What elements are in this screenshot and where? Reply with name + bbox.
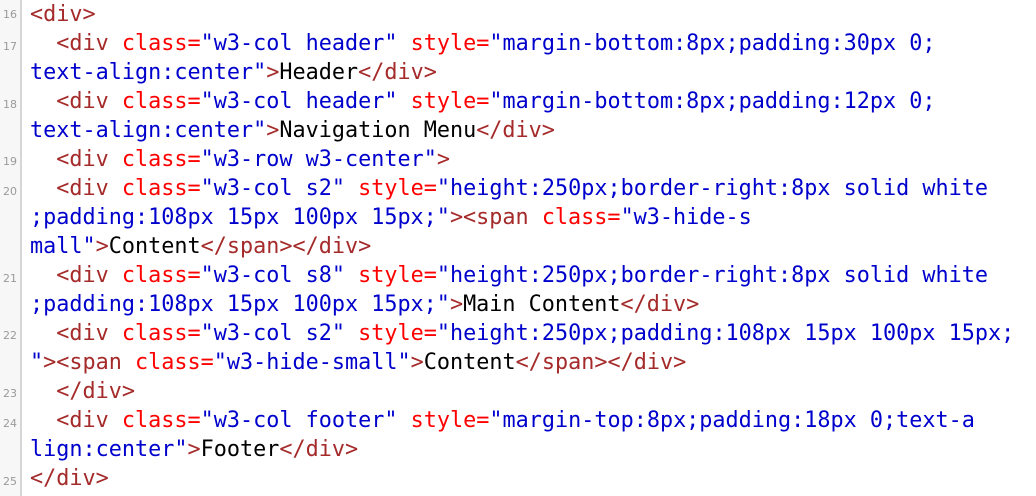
code-token: "margin-bottom:8px;padding:12px 0; [489,89,936,114]
line-number: 19 [3,155,17,168]
code-token: > [449,292,464,317]
code-line: <div class="w3-col s2" style="height:250… [30,174,988,203]
code-token: " [30,350,44,375]
code-token: ;padding:108px 15px 100px 15px;" [30,292,450,317]
code-text: Content [423,350,516,375]
code-line-wrap: "><span class="w3-hide-small">Content</s… [30,348,686,377]
line-number: 25 [3,475,17,488]
code-text: Footer [200,437,280,462]
code-line-wrap: ;padding:108px 15px 100px 15px;">Main Co… [30,290,699,319]
code-token: style= [397,89,490,114]
code-token: <div [30,147,122,172]
code-token: <div> [30,2,96,27]
code-token: </span></div> [515,350,687,375]
code-text: Header [279,60,359,85]
code-line: <div class="w3-row w3-center"> [30,145,450,174]
code-token: class= [121,31,201,56]
code-text: Content [108,234,201,259]
code-token: > [436,147,450,172]
code-token: style= [344,321,437,346]
code-token: "height:250px;border-right:8px solid whi… [436,176,989,201]
code-token: </div> [279,437,359,462]
code-token: <div [30,176,122,201]
code-token: "w3-col footer" [200,408,398,433]
code-token: </div> [30,466,109,491]
code-line: <div class="w3-col header" style="margin… [30,29,936,58]
code-line: <div class="w3-col footer" style="margin… [30,406,975,435]
code-token: "w3-col header" [200,89,398,114]
line-number: 23 [3,387,17,400]
code-token: "margin-top:8px;padding:18px 0;text-a [489,408,975,433]
code-token: <div [30,89,122,114]
code-line-wrap: mall">Content</span></div> [30,232,371,261]
code-token: style= [344,263,437,288]
code-line: </div> [30,464,109,493]
code-token: > [95,234,109,259]
code-token: "w3-row w3-center" [200,147,437,172]
code-line: <div class="w3-col s8" style="height:250… [30,261,988,290]
code-token: </div> [30,379,135,404]
code-token: "margin-bottom:8px;padding:30px 0; [489,31,936,56]
code-token: <div [30,263,122,288]
code-line-wrap: lign:center">Footer</div> [30,435,358,464]
code-token: style= [344,176,437,201]
code-token: text-align:center" [30,118,267,143]
code-token: "w3-hide-small" [213,350,411,375]
code-text: Navigation Menu [279,118,477,143]
line-number: 22 [3,329,17,342]
code-line-wrap: text-align:center">Navigation Menu</div> [30,116,555,145]
line-number: 24 [3,417,17,430]
code-token: > [187,437,201,462]
code-token: <div [30,321,122,346]
line-number: 21 [3,272,17,285]
code-token: "w3-col s2" [200,321,345,346]
code-token: style= [397,408,490,433]
code-token: "height:250px;border-right:8px solid whi… [436,263,989,288]
code-token: <div [30,31,122,56]
code-line: <div class="w3-col s2" style="height:250… [30,319,1014,348]
code-token: lign:center" [30,437,188,462]
code-token: "w3-col header" [200,31,398,56]
code-text: Main Content [463,292,621,317]
code-token: class= [121,321,201,346]
code-token: "w3-col s2" [200,176,345,201]
code-token: </div> [476,118,555,143]
code-line: <div> [30,0,96,29]
code-token: </div> [620,292,700,317]
code-token: "height:250px;padding:108px 15px 100px 1… [436,321,1015,346]
line-number: 17 [3,40,17,53]
code-token: ;padding:108px 15px 100px 15px;" [30,205,450,230]
code-line-wrap: ;padding:108px 15px 100px 15px;"><span c… [30,203,752,232]
code-token: "w3-col s8" [200,263,345,288]
code-token: text-align:center" [30,60,267,85]
line-number: 20 [3,185,17,198]
code-token: mall" [30,234,96,259]
code-token: </div> [358,60,437,85]
code-editor[interactable]: 16 17 18 19 20 21 22 23 24 25 <div> <div… [0,0,1036,496]
code-token: "w3-hide-s [620,205,752,230]
code-token: class= [121,89,201,114]
code-line: </div> [30,377,135,406]
code-token: ><span [43,350,135,375]
code-token: class= [121,408,201,433]
code-line-wrap: text-align:center">Header</div> [30,58,437,87]
code-token: ><span [449,205,542,230]
code-token: </span></div> [200,234,372,259]
code-token: <div [30,408,122,433]
line-number: 18 [3,98,17,111]
code-token: > [266,118,280,143]
code-token: class= [135,350,214,375]
code-token: class= [121,147,201,172]
code-token: class= [541,205,621,230]
line-number: 16 [3,8,17,21]
code-token: class= [121,263,201,288]
code-line: <div class="w3-col header" style="margin… [30,87,936,116]
code-token: > [410,350,424,375]
code-token: class= [121,176,201,201]
code-token: style= [397,31,490,56]
code-token: > [266,60,280,85]
